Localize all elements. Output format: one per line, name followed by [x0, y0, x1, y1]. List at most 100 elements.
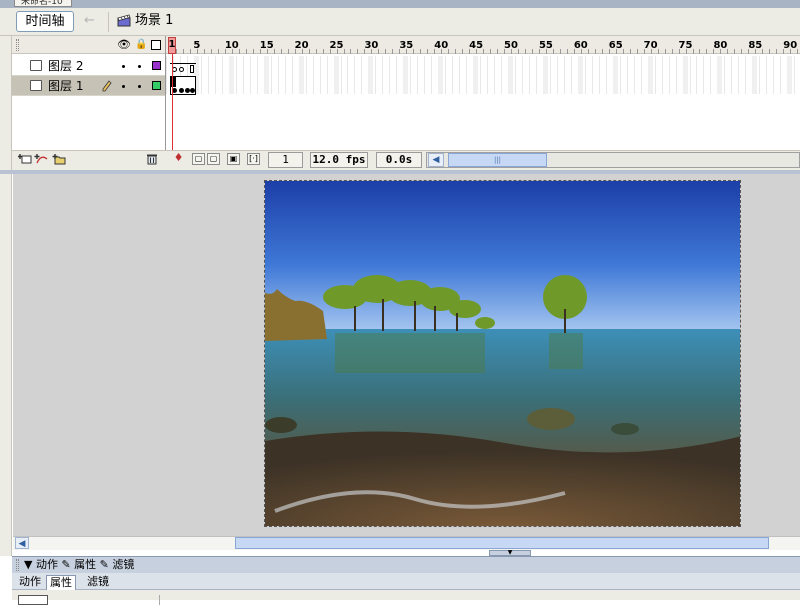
visibility-dot[interactable] — [122, 65, 125, 68]
ruler-tick — [559, 49, 561, 54]
frame-cell-divider — [340, 56, 342, 94]
frame-cell-divider — [389, 56, 391, 94]
tab-actions[interactable]: 动作 — [16, 575, 44, 590]
panel-gripper[interactable] — [16, 559, 19, 571]
add-motion-guide-icon[interactable] — [34, 153, 50, 165]
frame-cell-divider — [675, 56, 677, 94]
scene-label[interactable]: 场景 1 — [135, 13, 173, 29]
ruler-tick — [294, 49, 296, 54]
ruler-tick — [671, 49, 673, 54]
keyframe[interactable] — [190, 88, 195, 93]
elapsed-time-field: 0.0s — [376, 152, 422, 168]
outline-color-swatch[interactable] — [152, 61, 161, 70]
trash-icon[interactable] — [146, 153, 158, 165]
ruler-tick — [301, 49, 303, 54]
frame-cell-divider — [668, 56, 670, 94]
frame-cell-divider — [459, 56, 461, 94]
ruler-tick — [273, 49, 275, 54]
lock-icon[interactable]: 🔒 — [135, 39, 147, 51]
ruler-tick — [210, 49, 212, 54]
frame-cell-divider — [626, 56, 628, 94]
layer-name: 图层 2 — [48, 59, 84, 73]
frame-cell-divider — [577, 56, 583, 94]
frame-cell-divider — [661, 56, 663, 94]
layer-row-1[interactable]: 图层 1 — [12, 76, 166, 96]
timeline-toggle-button[interactable]: 时间轴 — [16, 11, 74, 32]
layer-2-keyframes[interactable] — [170, 56, 196, 75]
ruler-tick — [783, 49, 785, 54]
ruler-tick — [580, 49, 582, 54]
ruler-tick — [692, 49, 694, 54]
tab-filters[interactable]: 滤镜 — [84, 575, 112, 590]
properties-section — [52, 595, 160, 605]
keyframe[interactable] — [179, 88, 184, 93]
onion-skin-icon[interactable]: ▢ — [192, 153, 205, 165]
document-tab[interactable]: 未命名-10 — [14, 0, 72, 7]
eye-icon[interactable]: 👁 — [117, 39, 131, 51]
insert-layer-icon[interactable] — [18, 153, 32, 165]
ruler-tick — [280, 49, 282, 54]
lock-dot[interactable] — [138, 85, 141, 88]
ruler-tick — [455, 49, 457, 54]
ruler-tick — [748, 49, 750, 54]
ruler-tick — [371, 49, 373, 54]
ruler-tick — [762, 49, 764, 54]
frame-cell-divider — [633, 56, 635, 94]
edit-multiple-frames-icon[interactable]: ▣ — [227, 153, 240, 165]
ruler-tick — [413, 49, 415, 54]
ruler-tick — [175, 49, 177, 54]
panel-header-title: ▼ 动作 ✎ 属性 ✎ 滤镜 — [24, 558, 135, 571]
frame-cell-divider — [438, 56, 444, 94]
ruler-tick — [797, 49, 799, 54]
ruler-tick — [650, 49, 652, 54]
empty-keyframe[interactable] — [179, 67, 184, 72]
frame-cell-divider — [682, 56, 688, 94]
panel-gripper[interactable] — [16, 39, 19, 51]
frame-cell-divider — [221, 56, 223, 94]
modify-onion-markers-icon[interactable]: [·] — [247, 153, 260, 165]
ruler-tick — [664, 49, 666, 54]
ruler-tick — [385, 49, 387, 54]
document-type-box — [18, 595, 48, 605]
ruler-tick — [462, 49, 464, 54]
ruler-tick — [287, 49, 289, 54]
lock-dot[interactable] — [138, 65, 141, 68]
frame-cell-divider — [235, 56, 237, 94]
ruler-tick — [238, 49, 240, 54]
ruler-tick — [189, 49, 191, 54]
ruler-tick — [490, 49, 492, 54]
frames-grid[interactable] — [166, 54, 800, 94]
layer-1-keyframes[interactable] — [170, 76, 196, 95]
center-frame-icon[interactable]: ♦ — [172, 152, 185, 165]
stage-bitmap-lake-scene[interactable] — [264, 180, 741, 527]
frame-cell-divider — [717, 56, 723, 94]
ruler-tick — [329, 49, 331, 54]
frame-cell-divider — [431, 56, 433, 94]
back-arrow-icon[interactable]: ← — [84, 14, 100, 28]
insert-folder-icon[interactable] — [52, 153, 66, 165]
frame-cell-divider — [696, 56, 698, 94]
scroll-left-arrow-icon[interactable]: ◀ — [428, 153, 444, 167]
visibility-dot[interactable] — [122, 85, 125, 88]
ruler-tick — [678, 49, 680, 54]
outline-icon[interactable] — [151, 40, 161, 50]
ruler-tick — [434, 49, 436, 54]
ruler-tick — [427, 49, 429, 54]
outline-color-swatch[interactable] — [152, 81, 161, 90]
current-frame-field[interactable]: 1 — [268, 152, 303, 168]
stage-scroll-thumb[interactable] — [235, 537, 769, 549]
properties-panel-header[interactable]: ▼ 动作 ✎ 属性 ✎ 滤镜 — [12, 556, 800, 573]
timeline-scroll-thumb[interactable]: ||| — [448, 153, 547, 167]
frame-cell-divider — [284, 56, 286, 94]
layer-row-2[interactable]: 图层 2 — [12, 56, 166, 76]
onion-outline-icon[interactable]: ▢ — [207, 153, 220, 165]
stage-scroll-left-arrow-icon[interactable]: ◀ — [15, 537, 29, 549]
frame-rate-field[interactable]: 12.0 fps — [310, 152, 368, 168]
frame-cell-divider — [570, 56, 572, 94]
frame-cell-divider — [710, 56, 712, 94]
frame-cell-divider — [591, 56, 593, 94]
ruler-tick — [378, 49, 380, 54]
pencil-icon — [102, 80, 112, 92]
tab-properties[interactable]: 属性 — [46, 575, 76, 590]
layer-list-empty-area — [12, 96, 166, 150]
